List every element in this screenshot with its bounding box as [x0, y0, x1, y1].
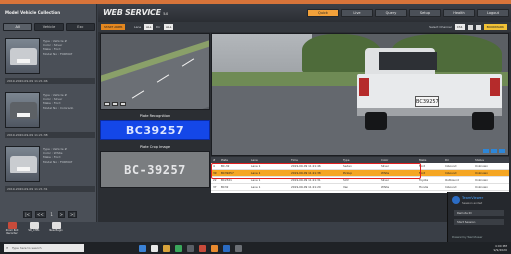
record-icon[interactable]: [120, 102, 126, 106]
nav-quick[interactable]: Quick: [307, 9, 339, 17]
vehicle-history-panel: Model Vehicle Collection All Vehicle Exc…: [0, 4, 97, 222]
capture-time: 2019-2020-09-09 11:21:46: [5, 78, 95, 84]
desktop-icon-file[interactable]: SR_CHEL: [25, 222, 43, 242]
tab-all[interactable]: All: [3, 23, 33, 31]
system-clock[interactable]: 4:00 PM 9/9/2020: [494, 244, 507, 252]
nav-health[interactable]: Health: [443, 9, 475, 17]
next-page-button[interactable]: >: [57, 210, 66, 218]
capture-time: 2019-2020-09-09 11:21:38: [5, 132, 95, 138]
toolbar: START ANPR Lane ALL Dir ALL Select Chann…: [98, 22, 511, 32]
start-session-button[interactable]: Start Session: [454, 219, 504, 225]
nav-setup[interactable]: Setup: [409, 9, 441, 17]
tab-vehicle[interactable]: Vehicle: [34, 23, 64, 31]
app-header: WEB SERVICE 5.0 Quick Live Query Setup H…: [98, 4, 511, 22]
folder-icon[interactable]: [163, 244, 170, 252]
file-icon: [51, 222, 61, 229]
truck-plate: BC39257: [415, 96, 439, 107]
first-page-button[interactable]: |<: [23, 210, 32, 218]
snapshot-icon[interactable]: [475, 24, 481, 30]
teamviewer-icon: [452, 196, 460, 204]
overview-controls: [104, 102, 126, 106]
desktop-icon-file[interactable]: New Begin: [47, 222, 65, 242]
notification-footer: Powered by TeamViewer: [452, 236, 483, 239]
nav-query[interactable]: Query: [375, 9, 407, 17]
recorder-icon: [7, 222, 17, 229]
overview-camera[interactable]: [100, 33, 210, 110]
capture-time: 2019-2020-09-09 11:21:31: [5, 186, 95, 192]
bookmark-button[interactable]: BOOKMARK: [483, 24, 507, 30]
taskbar-search[interactable]: Type here to search: [4, 244, 84, 252]
tab-exc[interactable]: Exc: [65, 23, 95, 31]
plate-crop-label: Plate Crop Image: [139, 145, 171, 149]
zoom-icon[interactable]: [104, 102, 110, 106]
file-icon: [29, 222, 39, 229]
taskbar-icons: [139, 244, 242, 252]
notification-title: TeamViewer: [462, 196, 484, 200]
channel-label: Select Channel: [429, 25, 452, 29]
history-item[interactable]: Type : Vehicle # Color : Silver Make : Fo…: [5, 92, 95, 142]
app-window: WEB SERVICE 5.0 Quick Live Query Setup H…: [98, 4, 511, 222]
next-frame-icon[interactable]: [499, 149, 505, 153]
notification-popup: TeamViewer Session ended Remote ID Start…: [447, 192, 511, 242]
recorder-taskbar-icon[interactable]: [199, 244, 206, 252]
plate-crop-image: BC-39257: [100, 151, 210, 188]
app-icon[interactable]: [187, 244, 194, 252]
nav-logout[interactable]: Logout: [477, 9, 509, 17]
app-icon[interactable]: [235, 244, 242, 252]
lane-label: Lane: [134, 25, 142, 29]
vehicle-info: Type : Vehicle # Color : Silver Make : Fo…: [43, 39, 73, 56]
pagination: |< << 1 > >|: [10, 210, 90, 218]
annotation-highlight-box: [211, 163, 421, 179]
last-page-button[interactable]: >|: [68, 210, 77, 218]
layout-icon[interactable]: [467, 24, 473, 30]
history-item[interactable]: Type : Vehicle # Color : Silver Make : Fo…: [5, 38, 95, 88]
start-anpr-button[interactable]: START ANPR: [101, 24, 126, 30]
remote-id-button[interactable]: Remote ID: [454, 210, 504, 216]
vehicle-info: Type : Vehicle # Color : White Make : For…: [43, 147, 73, 164]
vehicle-info: Type : Vehicle # Color : Silver Make : Fo…: [43, 93, 74, 110]
main-nav: Quick Live Query Setup Health Logout: [307, 9, 509, 17]
history-item[interactable]: Type : Vehicle # Color : White Make : For…: [5, 146, 95, 196]
prev-frame-icon[interactable]: [483, 149, 489, 153]
plate-recognition-label: Plate Recognition: [139, 114, 171, 118]
dir-label: Dir: [156, 25, 161, 29]
current-page: 1: [50, 211, 53, 217]
vehicle-image: BC39257: [357, 48, 502, 130]
desktop-icons: Zoom Roll Recorder SR_CHEL New Begin: [0, 222, 80, 242]
fullscreen-icon[interactable]: [112, 102, 118, 106]
panel-tabs: All Vehicle Exc: [3, 23, 95, 31]
web-service-taskbar-icon[interactable]: [211, 244, 218, 252]
vehicle-thumbnail[interactable]: [5, 38, 40, 74]
vehicle-thumbnail[interactable]: [5, 146, 40, 182]
dir-select[interactable]: ALL: [164, 24, 174, 30]
camera-controls: [483, 149, 505, 153]
prev-page-button[interactable]: <<: [34, 210, 46, 218]
table-row[interactable]: 37 BC32 Lane 1 2019-09-09 11:21:20 Van Whit…: [211, 184, 509, 191]
nav-live[interactable]: Live: [341, 9, 373, 17]
panel-title: Model Vehicle Collection: [5, 10, 61, 15]
app-logo: WEB SERVICE 5.0: [103, 8, 168, 17]
recognized-plate: BC39257: [100, 120, 210, 140]
lane-select[interactable]: ALL: [144, 24, 154, 30]
desktop-icon-recorder[interactable]: Zoom Roll Recorder: [3, 222, 21, 242]
channel-select[interactable]: Ch1: [454, 24, 465, 30]
notification-subtitle: Session ended: [462, 201, 483, 205]
teamviewer-taskbar-icon[interactable]: [223, 244, 230, 252]
vehicle-thumbnail[interactable]: [5, 92, 40, 128]
toolbar-right: Select Channel Ch1 BOOKMARK: [429, 24, 507, 30]
file-explorer-icon[interactable]: [151, 244, 158, 252]
chrome-icon[interactable]: [175, 244, 182, 252]
play-icon[interactable]: [491, 149, 497, 153]
task-view-icon[interactable]: [139, 244, 146, 252]
main-camera-view[interactable]: BC39257: [211, 33, 509, 156]
taskbar: Type here to search 4:00 PM 9/9/2020: [0, 242, 511, 254]
